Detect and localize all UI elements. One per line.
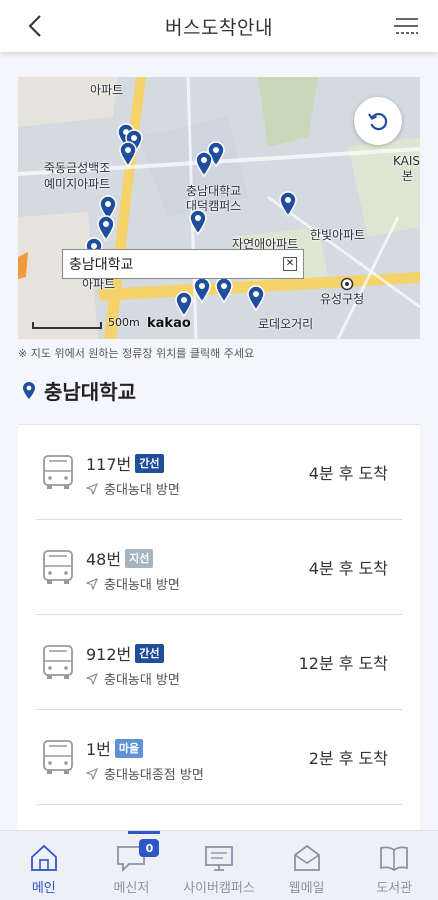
bus-info: 117번 간선 (86, 451, 164, 475)
map-view[interactable]: 아파트 죽동금성백조 예미지아파트 충남대학교 대덕캠퍼스 KAIS 본 한빛아… (18, 77, 420, 339)
bus-icon (43, 455, 73, 489)
arrival-time: 2분 후 도착 (308, 749, 388, 768)
close-icon[interactable]: ✕ (283, 257, 297, 271)
bus-number: 912번 (86, 645, 132, 664)
bus-row[interactable]: 1번 마을 충대농대종점 방면 2분 후 도착 (36, 710, 402, 805)
bus-arrival-list: 117번 간선 충대농대 방면 4분 후 도착 48번 지선 충대농대 방면 4… (18, 424, 420, 844)
bus-row[interactable]: 117번 간선 충대농대 방면 4분 후 도착 (36, 425, 402, 520)
bus-type-badge: 마을 (114, 738, 144, 758)
page-title: 버스도착안내 (165, 16, 273, 39)
home-icon (30, 844, 57, 871)
bus-stop-pin[interactable] (188, 209, 208, 235)
scale-bar (32, 322, 102, 329)
stop-name: 충남대학교 (44, 380, 136, 404)
chevron-left-icon[interactable] (26, 14, 46, 38)
bus-direction: 충대농대 방면 (86, 479, 180, 498)
refresh-button[interactable] (354, 97, 402, 145)
bus-stop-pin[interactable] (214, 277, 234, 303)
refresh-icon (368, 113, 388, 131)
bus-row[interactable]: 912번 간선 충대농대 방면 12분 후 도착 (36, 615, 402, 710)
direction-arrow-icon (86, 767, 98, 780)
map-label: 한빛아파트 (310, 228, 366, 242)
bus-icon (43, 740, 73, 774)
bus-number: 117번 (86, 455, 132, 474)
bus-stop-pin[interactable] (192, 277, 212, 303)
bus-stop-pin[interactable] (174, 291, 194, 317)
bus-number: 48번 (86, 550, 122, 569)
bus-stop-pin[interactable] (118, 141, 138, 167)
bus-info: 912번 간선 (86, 641, 164, 665)
bus-type-badge: 간선 (135, 453, 164, 473)
monitor-icon (205, 846, 233, 871)
bus-stop-pin[interactable] (194, 151, 214, 177)
arrival-time: 4분 후 도착 (308, 559, 388, 578)
tab-messenger[interactable]: 0 메신저 (88, 831, 176, 900)
tab-label: 사이버캠퍼스 (183, 881, 255, 896)
bus-stop-pin[interactable] (278, 191, 298, 217)
tab-main[interactable]: 메인 (0, 831, 88, 900)
unread-count-badge: 0 (139, 839, 160, 857)
bus-stop-pin[interactable] (246, 285, 266, 311)
tab-label: 웹메일 (288, 881, 325, 896)
bus-row[interactable]: 48번 지선 충대농대 방면 4분 후 도착 (36, 520, 402, 615)
arrival-time: 4분 후 도착 (308, 464, 388, 483)
bus-icon (43, 645, 73, 679)
map-label: 유성구청 (320, 292, 365, 306)
bus-direction: 충대농대종점 방면 (86, 764, 204, 783)
app-header: 버스도착안내 (0, 0, 438, 52)
mail-icon (293, 844, 320, 871)
tab-webmail[interactable]: 웹메일 (263, 831, 351, 900)
stop-header: 충남대학교 (22, 376, 136, 405)
map-label: 로데오거리 (258, 317, 314, 331)
bus-direction: 충대농대 방면 (86, 669, 180, 688)
tab-library[interactable]: 도서관 (350, 831, 438, 900)
map-hint: ※ 지도 위에서 원하는 정류장 위치를 클릭해 주세요 (18, 347, 255, 360)
map-label: 아파트 (82, 277, 116, 291)
location-pin-icon (23, 381, 35, 399)
bus-type-badge: 지선 (125, 548, 154, 568)
bus-type-badge: 간선 (135, 643, 164, 663)
tab-label: 메인 (31, 881, 56, 896)
arrival-time: 12분 후 도착 (298, 654, 388, 673)
bus-direction-text: 충대농대 방면 (104, 673, 180, 688)
bus-number: 1번 (86, 740, 111, 759)
map-scale: 500m (32, 316, 140, 329)
map-label: 예미지아파트 (44, 177, 111, 191)
tab-label: 메신저 (113, 881, 150, 896)
bus-icon (43, 550, 73, 584)
bus-direction-text: 충대농대 방면 (104, 483, 180, 498)
bus-direction-text: 충대농대 방면 (104, 578, 180, 593)
selected-stop-name: 충남대학교 (69, 257, 134, 273)
map-label: KAIS (393, 154, 420, 168)
map-provider-logo: kakao (147, 316, 191, 331)
book-icon (380, 846, 409, 872)
bus-info: 1번 마을 (86, 736, 144, 760)
direction-arrow-icon (86, 672, 98, 685)
map-label: 아파트 (90, 83, 124, 97)
bottom-tab-bar: 메인 0 메신저 사이버캠퍼스 웹메일 도서관 (0, 830, 438, 900)
selected-stop-bubble: 충남대학교 ✕ (62, 249, 304, 279)
hamburger-menu-icon[interactable] (394, 17, 418, 35)
landmark-icon (340, 277, 354, 291)
badge-indicator-bar (128, 831, 161, 834)
bus-direction: 충대농대 방면 (86, 574, 180, 593)
map-label: 본 (402, 169, 414, 183)
bus-info: 48번 지선 (86, 546, 154, 570)
tab-label: 도서관 (376, 881, 413, 896)
direction-arrow-icon (86, 577, 98, 590)
map-label: 충남대학교 (186, 184, 242, 198)
tab-cyber-campus[interactable]: 사이버캠퍼스 (175, 831, 263, 900)
scale-label: 500m (108, 316, 140, 329)
map-label: 죽동금성백조 (44, 161, 111, 175)
bus-direction-text: 충대농대종점 방면 (104, 768, 204, 783)
direction-arrow-icon (86, 482, 98, 495)
